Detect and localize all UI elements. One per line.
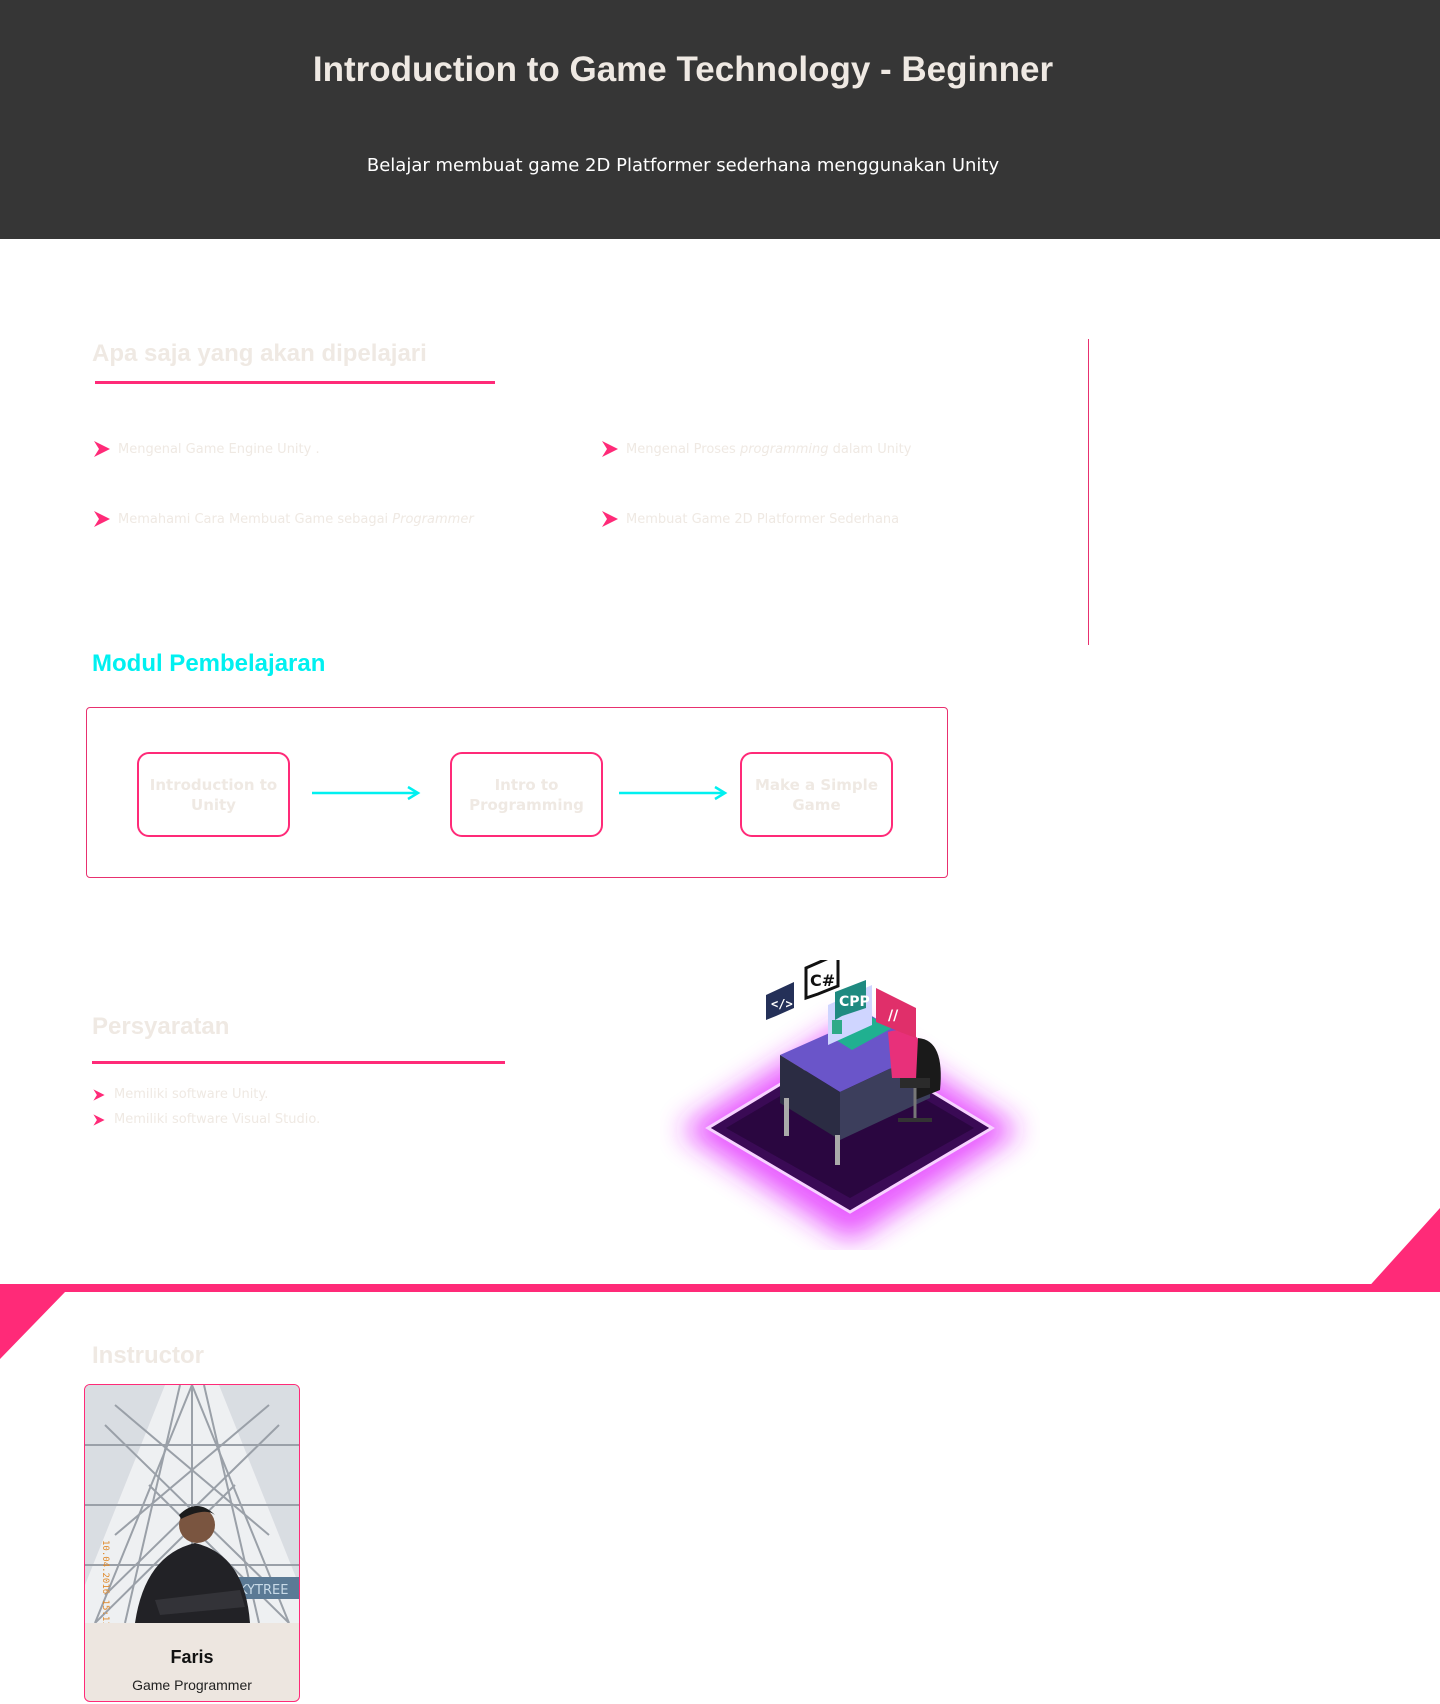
- course-title: Introduction to Game Technology - Beginn…: [312, 50, 1054, 89]
- svg-text:10.04.2016 15:11: 10.04.2016 15:11: [100, 1540, 110, 1623]
- hero-banner: Introduction to Game Technology - Beginn…: [0, 0, 1440, 239]
- modul-step-3[interactable]: Make a Simple Game: [740, 752, 893, 837]
- learn-section-title: Apa saja yang akan dipelajari: [92, 340, 427, 367]
- chevron-right-icon: [602, 441, 618, 457]
- chevron-right-icon: [602, 511, 618, 527]
- modul-step-2[interactable]: Intro to Programming: [450, 752, 603, 837]
- learn-title-underline: [95, 381, 495, 384]
- learn-item-text: Membuat Game 2D Platformer Sederhana: [626, 511, 900, 527]
- chevron-right-icon: [94, 441, 110, 457]
- modul-step-1[interactable]: Introduction to Unity: [137, 752, 290, 837]
- chevron-right-icon: [93, 1113, 105, 1126]
- arrow-right-icon: [619, 785, 728, 801]
- bubble-code-text: </>: [771, 997, 793, 1011]
- learn-item: Membuat Game 2D Platformer Sederhana: [600, 509, 899, 529]
- requirements-section-title: Persyaratan: [92, 1013, 230, 1040]
- learn-item: Memahami Cara Membuat Game sebagai Progr…: [92, 509, 474, 529]
- svg-text:KYTREE: KYTREE: [239, 1583, 288, 1598]
- svg-text:CPP: CPP: [839, 994, 870, 1010]
- learn-item-text: Memahami Cara Membuat Game sebagai Progr…: [118, 511, 474, 527]
- requirement-item: Memiliki software Unity.: [92, 1087, 268, 1102]
- section-divider-band: [0, 1284, 1440, 1292]
- learn-item: Mengenal Game Engine Unity .: [92, 439, 320, 459]
- course-subtitle: Belajar membuat game 2D Platformer seder…: [366, 155, 1000, 176]
- svg-text://: //: [888, 1008, 899, 1024]
- modul-section-title: Modul Pembelajaran: [92, 650, 326, 677]
- requirement-item: Memiliki software Visual Studio.: [92, 1112, 320, 1127]
- instructor-card[interactable]: KYTREE 10.04.2016 15:11 Faris Game Progr…: [84, 1384, 300, 1702]
- chevron-right-icon: [93, 1088, 105, 1101]
- corner-triangle-left: [0, 1291, 66, 1359]
- learn-item: Mengenal Proses programming dalam Unity: [600, 439, 911, 459]
- learn-item-text: Mengenal Game Engine Unity .: [118, 441, 320, 457]
- requirements-title-underline: [92, 1061, 505, 1064]
- corner-triangle-right: [1364, 1208, 1440, 1292]
- learn-item-text: Mengenal Proses programming dalam Unity: [626, 441, 912, 457]
- instructor-section-title: Instructor: [92, 1342, 205, 1369]
- instructor-photo: KYTREE 10.04.2016 15:11: [85, 1385, 299, 1623]
- section-divider: [1088, 339, 1089, 645]
- requirement-text: Memiliki software Visual Studio.: [114, 1112, 321, 1127]
- instructor-role: Game Programmer: [132, 1677, 252, 1693]
- instructor-name: Faris: [170, 1647, 214, 1667]
- requirement-text: Memiliki software Unity.: [114, 1087, 269, 1102]
- chevron-right-icon: [94, 511, 110, 527]
- arrow-right-icon: [312, 785, 421, 801]
- code-bubbles-icon: CPP //: [835, 980, 916, 1038]
